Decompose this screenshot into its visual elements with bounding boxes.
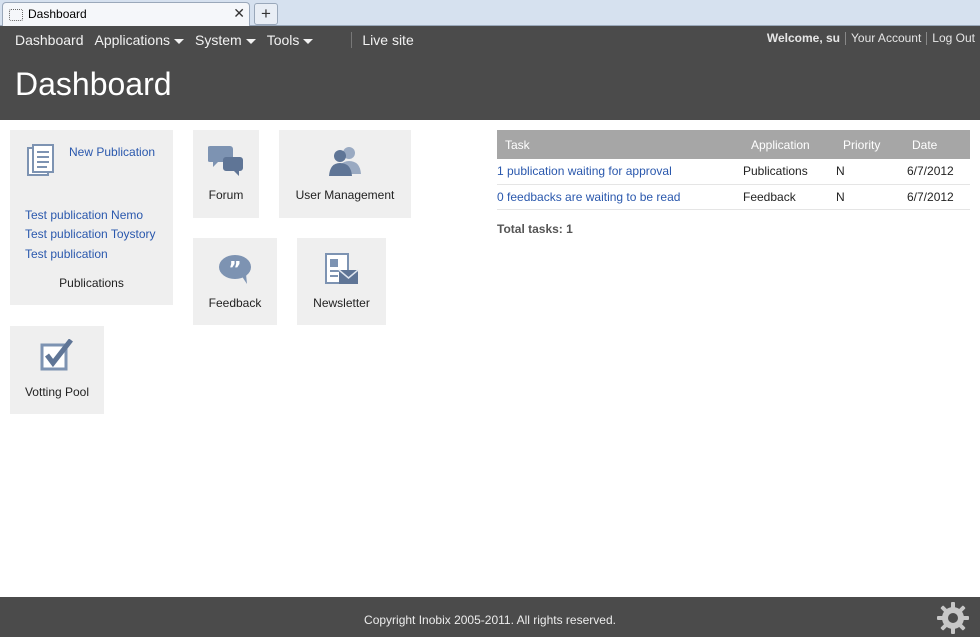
user-bar-divider [926,31,928,45]
total-tasks: Total tasks: 1 [497,222,573,236]
nav-applications[interactable]: Applications [94,32,184,48]
chat-bubbles-icon [207,143,244,180]
browser-tab[interactable]: Dashboard ✕ [2,2,250,26]
forum-label: Forum [208,188,244,202]
chevron-down-icon [303,38,314,44]
users-icon [328,146,362,179]
task-link[interactable]: 1 publication waiting for approval [497,164,672,178]
nav-system[interactable]: System [195,32,256,48]
forum-tile[interactable]: Forum [193,130,259,218]
document-icon [27,144,57,181]
chevron-down-icon [245,38,256,44]
application-cell: Publications [743,159,836,185]
nav-live-site[interactable]: Live site [362,32,413,48]
table-row: 0 feedbacks are waiting to be read Feedb… [497,184,970,210]
close-tab-icon[interactable]: ✕ [233,5,245,22]
total-tasks-label: Total tasks: [497,222,563,236]
user-management-label: User Management [295,188,395,202]
browser-tab-title: Dashboard [28,7,87,21]
page-favicon-icon [9,9,23,21]
publications-label[interactable]: Publications [10,276,173,290]
column-header-application[interactable]: Application [743,130,836,159]
footer: Copyright Inobix 2005-2011. All rights r… [0,597,980,637]
task-cell: 1 publication waiting for approval [497,159,743,185]
app-header: Dashboard Applications System Tools Live… [0,26,980,120]
browser-tab-strip: Dashboard ✕ + [0,0,980,26]
new-publication-link[interactable]: New Publication [69,145,155,159]
votting-pool-tile[interactable]: Votting Pool [10,326,104,414]
logout-link[interactable]: Log Out [932,31,975,45]
new-tab-button[interactable]: + [254,3,278,25]
task-link[interactable]: 0 feedbacks are waiting to be read [497,190,680,204]
priority-cell: N [836,184,904,210]
newsletter-label: Newsletter [313,296,370,310]
date-cell: 6/7/2012 [904,184,970,210]
nav-tools[interactable]: Tools [267,32,314,48]
nav-dashboard-label: Dashboard [15,32,84,48]
newsletter-tile[interactable]: Newsletter [297,238,386,325]
user-bar-divider [845,31,847,45]
priority-cell: N [836,159,904,185]
user-management-tile[interactable]: User Management [279,130,411,218]
publications-tile: New Publication Test publication Nemo Te… [10,130,173,305]
nav-dashboard[interactable]: Dashboard [15,32,84,48]
nav-divider [351,32,353,48]
publication-item-link[interactable]: Test publication Toystory [25,227,156,241]
newsletter-icon [324,253,360,290]
feedback-tile[interactable]: ” Feedback [193,238,277,325]
your-account-link[interactable]: Your Account [851,31,921,45]
column-header-priority[interactable]: Priority [836,130,904,159]
date-cell: 6/7/2012 [904,159,970,185]
publication-item-link[interactable]: Test publication Nemo [25,208,143,222]
feedback-label: Feedback [208,296,262,310]
nav-tools-label: Tools [266,32,300,48]
main-nav: Dashboard Applications System Tools Live… [15,31,425,49]
gear-icon[interactable] [936,601,970,637]
copyright-text: Copyright Inobix 2005-2011. All rights r… [364,613,616,627]
table-row: 1 publication waiting for approval Publi… [497,159,970,185]
application-cell: Feedback [743,184,836,210]
nav-live-site-label: Live site [362,32,414,48]
nav-system-label: System [195,32,242,48]
nav-applications-label: Applications [94,32,171,48]
votting-pool-label: Votting Pool [24,385,90,399]
welcome-text: Welcome, su [766,31,841,45]
task-table: Task Application Priority Date 1 publica… [497,130,970,210]
task-cell: 0 feedbacks are waiting to be read [497,184,743,210]
column-header-task[interactable]: Task [497,130,743,159]
total-tasks-value: 1 [566,222,573,236]
svg-text:”: ” [228,257,241,281]
quote-bubble-icon: ” [218,254,252,289]
column-header-date[interactable]: Date [904,130,970,159]
user-bar: Welcome, su Your Account Log Out [767,31,975,45]
chevron-down-icon [174,38,184,44]
task-table-header: Task Application Priority Date [497,130,970,159]
publication-item-link[interactable]: Test publication [25,247,108,261]
checkbox-icon [40,338,74,376]
page-title: Dashboard [15,66,172,102]
